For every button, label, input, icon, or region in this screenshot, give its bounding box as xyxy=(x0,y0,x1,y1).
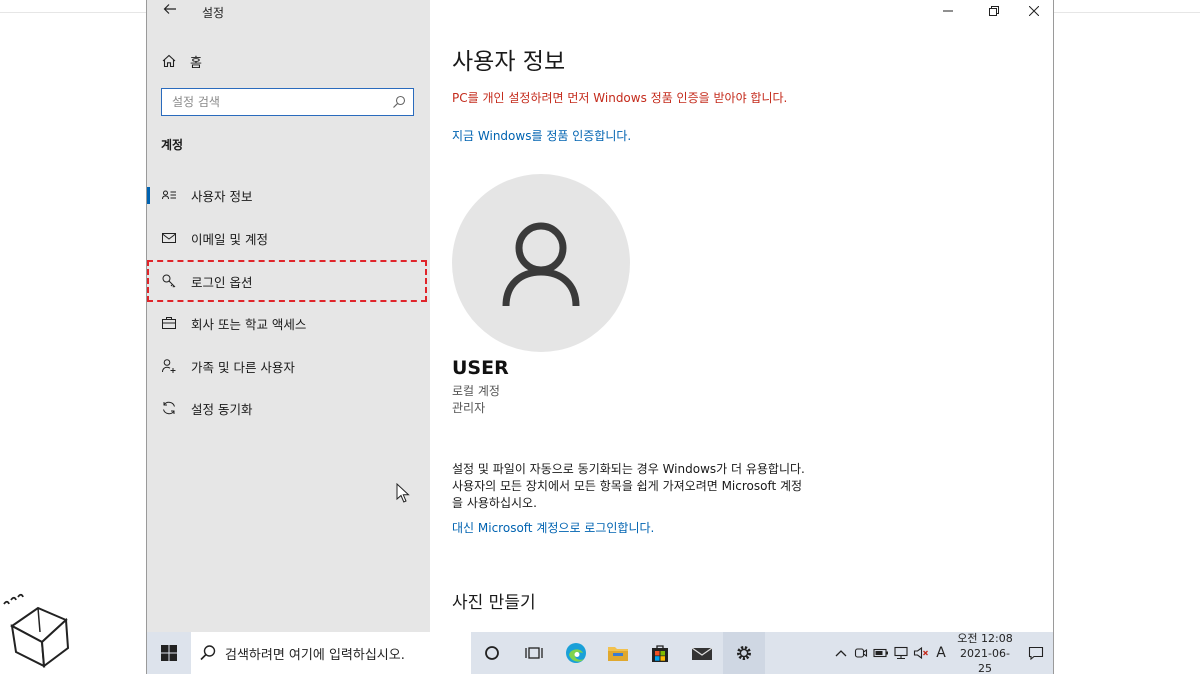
network-button[interactable] xyxy=(891,632,911,674)
folder-icon xyxy=(608,647,628,661)
account-role: 관리자 xyxy=(452,401,486,415)
sync-description-line: 사용자의 모든 장치에서 모든 항목을 쉽게 가져오려면 Microsoft 계… xyxy=(452,479,803,493)
settings-search-input[interactable] xyxy=(162,94,391,110)
microsoft-account-signin-link[interactable]: 대신 Microsoft 계정으로 로그인합니다. xyxy=(452,519,654,536)
title-bar: 설정 xyxy=(147,0,430,26)
cortana-circle-icon xyxy=(485,646,499,660)
sync-icon xyxy=(163,401,175,415)
back-button[interactable] xyxy=(159,2,181,20)
create-photo-heading: 사진 만들기 xyxy=(452,593,536,613)
gear-icon xyxy=(737,646,751,660)
volume-muted-icon xyxy=(913,646,928,660)
windows-logo-icon xyxy=(161,645,177,661)
person-add-icon xyxy=(162,359,176,373)
sidebar-item-work-school-access[interactable]: 회사 또는 학교 액세스 xyxy=(147,303,430,343)
minimize-icon xyxy=(943,10,953,12)
clock-time: 오전 12:08 xyxy=(957,631,1013,645)
taskbar-search-box[interactable]: 검색하려면 여기에 입력하십시오. xyxy=(191,632,471,674)
app-title: 설정 xyxy=(202,6,225,20)
notifications-button[interactable] xyxy=(1019,632,1053,674)
user-silhouette-icon xyxy=(502,222,580,307)
sidebar-item-label: 가족 및 다른 사용자 xyxy=(191,359,295,375)
search-icon[interactable] xyxy=(391,94,407,110)
start-button[interactable] xyxy=(147,632,191,674)
page-title: 사용자 정보 xyxy=(452,49,566,75)
section-heading-accounts: 계정 xyxy=(161,138,184,152)
input-method-indicator[interactable]: A xyxy=(931,632,951,674)
tray-app-button[interactable] xyxy=(851,632,871,674)
sidebar-item-label: 설정 동기화 xyxy=(191,401,253,417)
activation-warning: PC를 개인 설정하려면 먼저 Windows 정품 인증을 받아야 합니다. xyxy=(452,91,788,105)
activate-windows-link[interactable]: 지금 Windows를 정품 인증합니다. xyxy=(452,127,631,144)
close-icon xyxy=(1029,6,1039,16)
battery-icon xyxy=(873,648,888,658)
sidebar-item-email-accounts[interactable]: 이메일 및 계정 xyxy=(147,218,430,258)
edge-button[interactable] xyxy=(555,632,597,674)
store-button[interactable] xyxy=(639,632,681,674)
home-label: 홈 xyxy=(190,55,202,71)
sidebar-item-user-info[interactable]: 사용자 정보 xyxy=(147,175,430,215)
notification-icon xyxy=(1028,646,1044,660)
briefcase-icon xyxy=(162,317,176,329)
clock[interactable]: 오전 12:08 2021-06-25 xyxy=(955,631,1015,676)
top-divider-right xyxy=(1054,12,1200,13)
top-divider-left xyxy=(0,12,146,13)
avatar xyxy=(452,174,630,352)
search-icon xyxy=(200,645,216,661)
sync-description: 설정 및 파일이 자동으로 동기화되는 경우 Windows가 더 유용합니다.… xyxy=(452,461,852,512)
person-card-icon xyxy=(162,190,176,200)
battery-button[interactable] xyxy=(871,632,891,674)
show-hidden-icons-button[interactable] xyxy=(831,632,851,674)
mail-icon xyxy=(162,233,176,243)
file-explorer-button[interactable] xyxy=(597,632,639,674)
network-icon xyxy=(894,646,908,660)
sidebar-item-label: 사용자 정보 xyxy=(191,188,253,204)
home-icon xyxy=(162,54,176,68)
meet-now-icon xyxy=(854,648,868,658)
sync-description-line: 설정 및 파일이 자동으로 동기화되는 경우 Windows가 더 유용합니다. xyxy=(452,462,805,476)
back-arrow-icon xyxy=(163,4,176,14)
user-name: USER xyxy=(452,357,509,379)
clock-date: 2021-06-25 xyxy=(960,646,1010,675)
sidebar: 설정 홈 계정 사용자 정보 이메일 및 계정 로그인 옵션 회사 또는 학교 … xyxy=(147,0,430,632)
minimize-button[interactable] xyxy=(925,0,971,22)
sidebar-item-family-other-users[interactable]: 가족 및 다른 사용자 xyxy=(147,346,430,386)
main-content: 사용자 정보 PC를 개인 설정하려면 먼저 Windows 정품 인증을 받아… xyxy=(430,0,1053,632)
volume-button[interactable] xyxy=(911,632,931,674)
mail-envelope-icon xyxy=(691,647,713,660)
mouse-cursor-icon xyxy=(396,483,410,503)
settings-app-button[interactable] xyxy=(723,632,765,674)
mail-app-button[interactable] xyxy=(681,632,723,674)
account-type: 로컬 계정 xyxy=(452,384,500,398)
chevron-up-icon xyxy=(835,650,847,657)
restore-icon xyxy=(989,6,999,16)
system-tray: A 오전 12:08 2021-06-25 xyxy=(831,631,1053,676)
taskbar-search-placeholder: 검색하려면 여기에 입력하십시오. xyxy=(225,647,405,663)
sidebar-item-home[interactable]: 홈 xyxy=(161,50,202,72)
edge-browser-icon xyxy=(566,643,586,663)
close-button[interactable] xyxy=(1011,0,1057,22)
task-view-button[interactable] xyxy=(513,632,555,674)
cortana-button[interactable] xyxy=(471,632,513,674)
sidebar-item-label: 이메일 및 계정 xyxy=(191,231,268,247)
sidebar-item-label: 회사 또는 학교 액세스 xyxy=(191,316,307,332)
highlight-box xyxy=(147,260,427,302)
store-bag-icon xyxy=(652,645,668,662)
task-view-icon xyxy=(525,647,543,659)
sidebar-item-sync-settings[interactable]: 설정 동기화 xyxy=(147,388,430,428)
corner-box-logo-icon xyxy=(3,593,70,668)
sync-description-line: 을 사용하십시오. xyxy=(452,496,537,510)
settings-search-box[interactable] xyxy=(161,88,414,116)
taskbar: 검색하려면 여기에 입력하십시오. A 오전 12:08 2021-06-25 xyxy=(147,631,1053,676)
